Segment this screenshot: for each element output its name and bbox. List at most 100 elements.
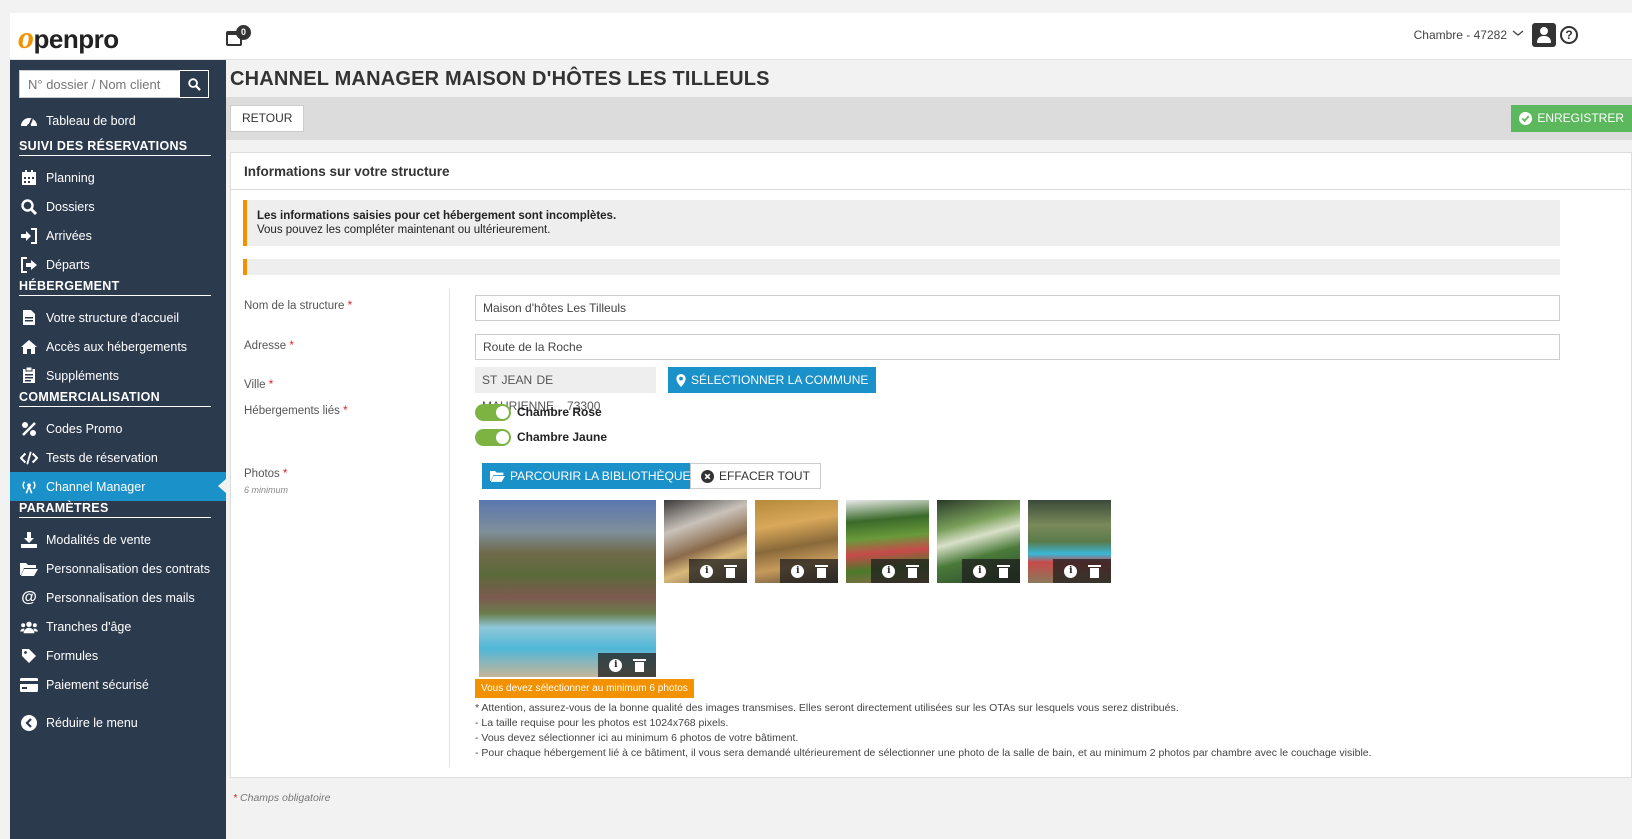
clear-all-button[interactable]: EFFACER TOUT: [690, 463, 821, 489]
photo-tools: i: [598, 653, 656, 677]
photo-notes: * Attention, assurez-vous de la bonne qu…: [475, 702, 1372, 759]
select-city-button[interactable]: SÉLECTIONNER LA COMMUNE: [668, 367, 877, 393]
home-icon: [20, 338, 38, 356]
photo-warning-badge: Vous devez sélectionner au minimum 6 pho…: [475, 679, 694, 698]
openpro-logo[interactable]: openpro: [18, 19, 119, 56]
photo-tools: i: [1053, 559, 1111, 583]
sidebar-item-codes-promo[interactable]: Codes Promo: [10, 414, 226, 443]
info-icon[interactable]: i: [700, 564, 714, 578]
sidebar-item-acces-hebergements[interactable]: Accès aux hébergements: [10, 332, 226, 361]
sign-out-icon: [20, 256, 38, 274]
sidebar-item-planning[interactable]: Planning: [10, 163, 226, 192]
check-circle-icon: [1519, 112, 1533, 125]
account-selector[interactable]: Chambre - 47282: [1414, 28, 1507, 42]
photo-thumbnail[interactable]: i: [846, 500, 929, 583]
sidebar-item-paiement[interactable]: Paiement sécurisé: [10, 670, 226, 699]
section-hebergement: HÉBERGEMENT: [19, 279, 211, 296]
search-icon: [20, 198, 38, 216]
toggle-switch[interactable]: [475, 428, 511, 446]
chevron-left-circle-icon: [20, 714, 38, 732]
download-icon: [20, 531, 38, 549]
trash-icon[interactable]: [1087, 564, 1101, 578]
action-bar: RETOUR ENREGISTRER: [226, 97, 1632, 140]
photo-tools: i: [871, 559, 929, 583]
chevron-down-icon[interactable]: [1512, 27, 1524, 39]
sidebar-item-supplements[interactable]: Suppléments: [10, 361, 226, 390]
file-icon: [20, 309, 38, 327]
sidebar-item-tranches-age[interactable]: Tranches d'âge: [10, 612, 226, 641]
sidebar-search: [19, 70, 209, 98]
toggle-switch[interactable]: [475, 403, 511, 421]
photo-thumbnail[interactable]: i: [755, 500, 838, 583]
calendar-notifications-icon[interactable]: 0: [226, 25, 251, 49]
folder-icon: [20, 560, 38, 578]
notification-badge: 0: [236, 25, 251, 40]
name-label: Nom de la structure *: [244, 300, 353, 312]
trash-icon[interactable]: [723, 564, 737, 578]
credit-card-icon: [20, 676, 38, 694]
photo-tools: i: [962, 559, 1020, 583]
at-icon: @: [21, 588, 37, 606]
save-button[interactable]: ENREGISTRER: [1511, 105, 1632, 132]
info-icon[interactable]: i: [973, 564, 987, 578]
address-input[interactable]: Route de la Roche: [475, 334, 1560, 360]
trash-icon[interactable]: [632, 658, 646, 672]
city-value: ST JEAN DE MAURIENNE 73300: [475, 367, 656, 413]
search-button[interactable]: [179, 70, 209, 98]
search-icon: [187, 77, 201, 91]
photos-label: Photos *: [244, 468, 288, 480]
sidebar-item-tableau-de-bord[interactable]: Tableau de bord: [10, 106, 226, 135]
info-icon[interactable]: i: [791, 564, 805, 578]
alert-bar: [243, 259, 1560, 275]
section-commercialisation: COMMERCIALISATION: [19, 390, 211, 407]
trash-icon[interactable]: [905, 564, 919, 578]
photo-tools: i: [780, 559, 838, 583]
sidebar-item-structure-accueil[interactable]: Votre structure d'accueil: [10, 303, 226, 332]
sidebar-item-reduire-menu[interactable]: Réduire le menu: [10, 708, 226, 737]
info-icon[interactable]: i: [882, 564, 896, 578]
percent-icon: [20, 420, 38, 438]
tag-icon: [20, 647, 38, 665]
sidebar-item-formules[interactable]: Formules: [10, 641, 226, 670]
sidebar-item-tests-reservation[interactable]: Tests de réservation: [10, 443, 226, 472]
trash-icon[interactable]: [996, 564, 1010, 578]
sidebar-item-departs[interactable]: Départs: [10, 250, 226, 279]
sidebar: Tableau de bord SUIVI DES RÉSERVATIONS P…: [10, 60, 226, 839]
sidebar-item-modalites-vente[interactable]: Modalités de vente: [10, 525, 226, 554]
broadcast-icon: [20, 478, 38, 496]
photo-thumbnail[interactable]: i: [479, 500, 656, 677]
calendar-icon: [20, 169, 38, 187]
sidebar-item-channel-manager[interactable]: Channel Manager: [10, 472, 226, 501]
search-input[interactable]: [19, 70, 181, 98]
photo-tools: i: [689, 559, 747, 583]
sign-in-icon: [20, 227, 38, 245]
info-icon[interactable]: i: [1064, 564, 1078, 578]
sidebar-item-arrivees[interactable]: Arrivées: [10, 221, 226, 250]
linked-chambre-jaune[interactable]: Chambre Jaune: [475, 428, 607, 446]
user-icon[interactable]: [1532, 23, 1556, 47]
linked-chambre-rose[interactable]: Chambre Rose: [475, 403, 602, 421]
panel-title: Informations sur votre structure: [244, 164, 450, 179]
structure-panel: Informations sur votre structure Les inf…: [230, 152, 1632, 778]
trash-icon[interactable]: [814, 564, 828, 578]
sidebar-item-contrats[interactable]: Personnalisation des contrats: [10, 554, 226, 583]
browse-library-button[interactable]: PARCOURIR LA BIBLIOTHÈQUE: [482, 463, 699, 489]
page-title: CHANNEL MANAGER MAISON D'HÔTES LES TILLE…: [230, 68, 770, 90]
sidebar-item-mails[interactable]: @ Personnalisation des mails: [10, 583, 226, 612]
gauge-icon: [20, 112, 38, 130]
divider: [231, 189, 1631, 190]
top-bar: openpro 0 Chambre - 47282 ?: [10, 13, 1632, 60]
folder-open-icon: [490, 471, 505, 482]
structure-name-input[interactable]: Maison d'hôtes Les Tilleuls: [475, 295, 1560, 321]
help-icon[interactable]: ?: [1560, 26, 1578, 44]
photo-thumbnail[interactable]: i: [937, 500, 1020, 583]
sidebar-item-dossiers[interactable]: Dossiers: [10, 192, 226, 221]
info-icon[interactable]: i: [609, 658, 623, 672]
photo-thumbnail[interactable]: i: [664, 500, 747, 583]
linked-label: Hébergements liés *: [244, 405, 348, 417]
photo-thumbnail[interactable]: i: [1028, 500, 1111, 583]
city-label: Ville *: [244, 379, 274, 391]
incomplete-alert: Les informations saisies pour cet héberg…: [243, 200, 1560, 246]
address-label: Adresse *: [244, 340, 294, 352]
back-button[interactable]: RETOUR: [230, 105, 305, 132]
